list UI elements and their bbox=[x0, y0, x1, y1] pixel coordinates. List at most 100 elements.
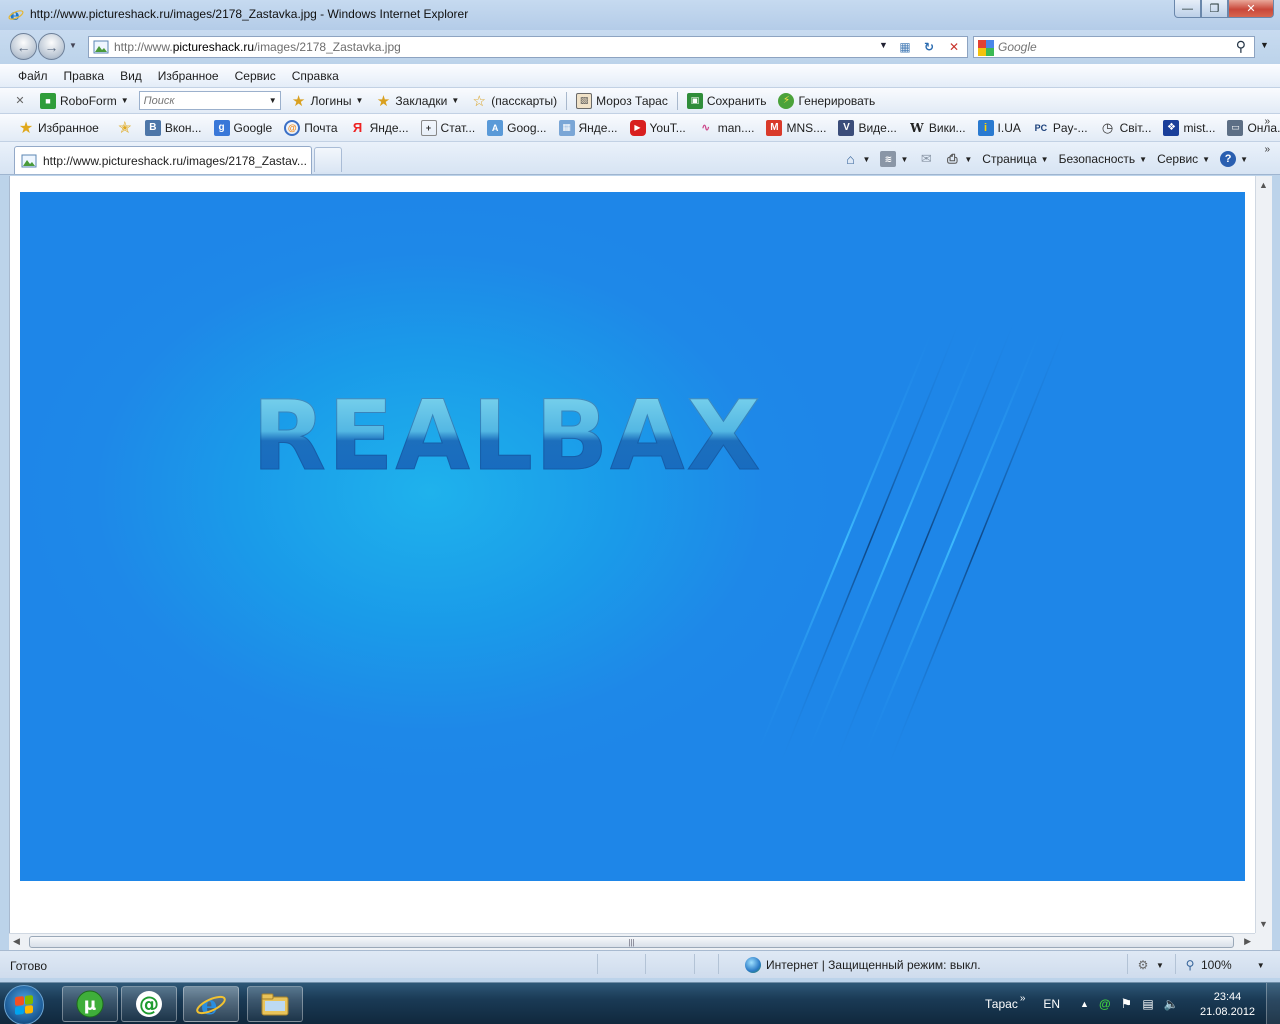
more-favorites-icon[interactable]: » bbox=[1264, 116, 1270, 127]
scroll-right-icon[interactable]: ▶ bbox=[1244, 936, 1251, 947]
favorite-link[interactable]: + Стат... bbox=[415, 119, 482, 136]
history-dropdown[interactable]: ▼ bbox=[69, 41, 77, 50]
favorite-link[interactable]: ❖ mist... bbox=[1157, 119, 1221, 136]
mail-agent-tray-icon[interactable]: @ bbox=[1099, 997, 1111, 1011]
help-button[interactable]: ? ▼ bbox=[1216, 151, 1252, 167]
action-center-flag-icon[interactable]: ⚑ bbox=[1121, 996, 1133, 1012]
diagonal-lines-graphic bbox=[749, 306, 1073, 783]
scroll-thumb[interactable]: ||| bbox=[29, 936, 1234, 948]
stop-icon[interactable]: ✕ bbox=[944, 39, 964, 55]
feeds-button[interactable]: ≋ ▼ bbox=[876, 151, 912, 167]
menu-view[interactable]: Вид bbox=[112, 69, 150, 83]
google-icon bbox=[978, 40, 994, 56]
taskbar-internet-explorer[interactable]: e bbox=[183, 986, 239, 1022]
safety-menu-label: Безопасность bbox=[1058, 152, 1136, 166]
roboform-button[interactable]: ■ RoboForm ▼ bbox=[34, 92, 135, 109]
favorite-link[interactable]: M MNS.... bbox=[760, 119, 832, 136]
network-icon[interactable]: ▤ bbox=[1142, 997, 1153, 1011]
favorite-link[interactable]: ▭Онла... bbox=[1221, 119, 1280, 136]
scroll-up-icon[interactable]: ▲ bbox=[1259, 180, 1268, 190]
menu-tools[interactable]: Сервис bbox=[227, 69, 284, 83]
scroll-down-icon[interactable]: ▼ bbox=[1259, 919, 1268, 929]
taskbar-utorrent[interactable]: µ bbox=[62, 986, 118, 1022]
language-indicator[interactable]: EN bbox=[1043, 997, 1060, 1011]
add-star-icon: ✭ bbox=[118, 119, 132, 137]
chevron-down-icon: ▼ bbox=[355, 96, 364, 105]
menu-help[interactable]: Справка bbox=[284, 69, 347, 83]
chevron-down-icon[interactable]: ▼ bbox=[269, 96, 277, 105]
page-menu-button[interactable]: Страница ▼ bbox=[978, 152, 1052, 166]
favorite-link[interactable]: PC Pay-... bbox=[1027, 120, 1094, 136]
favorite-link[interactable]: i I.UA bbox=[972, 119, 1027, 136]
close-toolbar-button[interactable]: ✕ bbox=[6, 93, 34, 109]
favorite-link[interactable]: @ Почта bbox=[278, 119, 343, 136]
forward-button[interactable]: → bbox=[38, 33, 65, 60]
compatibility-view-icon[interactable]: ▦ bbox=[895, 39, 915, 55]
print-button[interactable]: ⎙ ▼ bbox=[940, 151, 976, 167]
zoom-icon: ⚲ bbox=[1185, 958, 1195, 972]
favorite-link[interactable]: Я Янде... bbox=[344, 120, 415, 136]
minimize-button[interactable]: — bbox=[1174, 0, 1201, 18]
search-dropdown-icon[interactable]: ▼ bbox=[1260, 40, 1269, 50]
tools-menu-button[interactable]: Сервис ▼ bbox=[1153, 152, 1214, 166]
favorite-link[interactable]: W Вики... bbox=[903, 120, 972, 136]
scroll-left-icon[interactable]: ◀ bbox=[13, 936, 20, 947]
clock[interactable]: 23:44 21.08.2012 bbox=[1200, 990, 1255, 1020]
search-box[interactable]: ⚲ bbox=[973, 36, 1255, 58]
favorite-link[interactable]: ▦ Янде... bbox=[553, 119, 624, 136]
read-mail-button[interactable]: ✉ bbox=[914, 151, 938, 167]
expand-toolbar-icon[interactable]: » bbox=[1020, 993, 1026, 1004]
taskbar-mail-agent[interactable]: @ bbox=[121, 986, 177, 1022]
zoom-button[interactable]: ⚲ 100% ▼ bbox=[1182, 957, 1265, 973]
address-bar[interactable]: http://www.pictureshack.ru/images/2178_Z… bbox=[88, 36, 968, 58]
roboform-search-input[interactable] bbox=[139, 92, 264, 109]
favorites-button[interactable]: ★ Избранное bbox=[12, 120, 105, 137]
back-button[interactable]: ← bbox=[10, 33, 37, 60]
show-hidden-icons-icon[interactable]: ▲ bbox=[1080, 999, 1089, 1009]
address-dropdown-icon[interactable]: ▼ bbox=[879, 40, 888, 50]
security-zone[interactable]: Интернет | Защищенный режим: выкл. bbox=[745, 957, 981, 973]
maximize-button[interactable]: ❐ bbox=[1201, 0, 1228, 18]
add-favorite-button[interactable]: ✭ bbox=[111, 119, 139, 137]
menu-favorites[interactable]: Избранное bbox=[150, 69, 227, 83]
refresh-icon[interactable]: ↻ bbox=[919, 39, 939, 55]
tools-menu-label: Сервис bbox=[1157, 152, 1199, 166]
address-url[interactable]: http://www.pictureshack.ru/images/2178_Z… bbox=[114, 40, 401, 54]
protected-mode-button[interactable]: ⚙ ▼ bbox=[1135, 957, 1164, 973]
taskbar-user[interactable]: Тарас bbox=[985, 997, 1018, 1011]
title-bar: e http://www.pictureshack.ru/images/2178… bbox=[0, 0, 1280, 30]
menu-edit[interactable]: Правка bbox=[56, 69, 113, 83]
favorite-link[interactable]: g Google bbox=[208, 119, 279, 136]
favorite-link[interactable]: ▶ YouT... bbox=[624, 119, 692, 136]
favorite-link[interactable]: V Виде... bbox=[832, 119, 902, 136]
start-button[interactable] bbox=[4, 985, 44, 1024]
horizontal-scrollbar[interactable]: ◀ ||| ▶ bbox=[9, 933, 1255, 950]
search-input[interactable] bbox=[998, 39, 1228, 55]
roboform-search[interactable]: ▼ bbox=[138, 91, 281, 110]
favorite-link[interactable]: ◷ Світ... bbox=[1094, 120, 1158, 136]
home-button[interactable]: ⌂ ▼ bbox=[839, 151, 875, 167]
star-icon: ☆ bbox=[472, 92, 486, 110]
generate-button[interactable]: ⚡ Генерировать bbox=[772, 92, 881, 109]
passcards-button[interactable]: ☆ (пасскарты) bbox=[465, 92, 563, 110]
new-tab-button[interactable] bbox=[314, 147, 342, 172]
menu-file[interactable]: Файл bbox=[10, 69, 56, 83]
show-desktop-button[interactable] bbox=[1266, 983, 1280, 1024]
bookmarks-button[interactable]: ★ Закладки ▼ bbox=[369, 93, 465, 110]
vertical-scrollbar[interactable]: ▲ ▼ bbox=[1255, 176, 1272, 933]
favorite-link[interactable]: A Goog... bbox=[481, 119, 552, 136]
mail-at-icon: @ bbox=[284, 119, 301, 136]
safety-menu-button[interactable]: Безопасность ▼ bbox=[1055, 152, 1151, 166]
search-icon[interactable]: ⚲ bbox=[1236, 38, 1246, 55]
volume-icon[interactable]: 🔈 bbox=[1164, 997, 1179, 1011]
folder-icon bbox=[261, 993, 289, 1016]
identity-button[interactable]: ▧ Мороз Тарас bbox=[570, 92, 674, 109]
more-commands-icon[interactable]: » bbox=[1264, 144, 1270, 155]
close-button[interactable]: ✕ bbox=[1228, 0, 1274, 18]
tab-active[interactable]: http://www.pictureshack.ru/images/2178_Z… bbox=[14, 146, 312, 174]
save-button[interactable]: ▣ Сохранить bbox=[681, 92, 773, 109]
favorite-link[interactable]: ∿ man.... bbox=[692, 120, 761, 136]
logins-button[interactable]: ★ Логины ▼ bbox=[285, 93, 370, 110]
favorite-link[interactable]: B Вкон... bbox=[139, 119, 208, 136]
taskbar-explorer[interactable] bbox=[247, 986, 303, 1022]
